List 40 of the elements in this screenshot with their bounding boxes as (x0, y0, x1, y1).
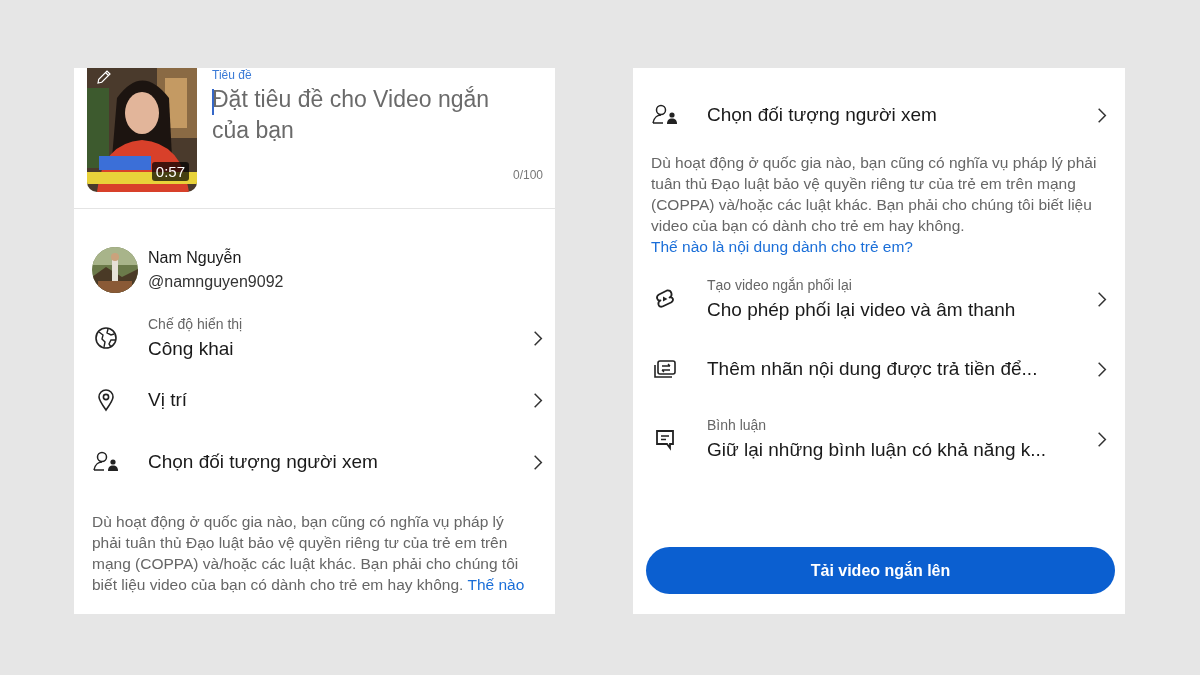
setting-label: Bình luận (707, 417, 767, 433)
video-duration: 0:57 (151, 162, 189, 181)
setting-value: Thêm nhãn nội dung được trả tiền để... (707, 358, 1038, 380)
audience-icon (92, 450, 120, 474)
help-link[interactable]: Thế nào là nội dung dành cho trẻ em? (651, 238, 913, 255)
coppa-notice: Dù hoạt động ở quốc gia nào, bạn cũng có nghĩa vụ pháp lý phải tuân thủ Đạo luật bảo vệ quyền riêng tư của trẻ em trên mạng (COPPA) và/hoặc các luật khác. Bạn phải cho chúng tôi biết liệu video của bạn có dành cho trẻ em hay không. Thế nào là nội dung dành cho trẻ em? (651, 153, 1098, 257)
setting-value: Cho phép phối lại video và âm thanh (707, 299, 1016, 321)
setting-value: Chọn đối tượng người xem (148, 451, 378, 473)
text-cursor (212, 89, 214, 115)
settings-row[interactable]: Chọn đối tượng người xem (74, 431, 555, 493)
settings-row[interactable]: Bình luận Giữ lại những bình luận có khả năng k... (633, 407, 1125, 471)
setting-value: Vị trí (148, 389, 188, 411)
chevron-right-icon (1097, 290, 1107, 308)
title-label: Tiêu đề (212, 68, 252, 82)
settings-row[interactable]: Tạo video ngắn phối lại Cho phép phối lại video và âm thanh (633, 267, 1125, 331)
settings-row[interactable]: Vị trí (74, 369, 555, 431)
character-counter: 0/100 (512, 168, 543, 182)
chevron-right-icon (533, 329, 543, 347)
settings-row[interactable]: Thêm nhãn nội dung được trả tiền để... (633, 337, 1125, 401)
chevron-right-icon (1097, 430, 1107, 448)
setting-label: Tạo video ngắn phối lại (707, 277, 852, 293)
setting-value: Chọn đối tượng người xem (707, 104, 937, 126)
setting-value: Giữ lại những bình luận có khả năng k... (707, 439, 1047, 461)
chevron-right-icon (533, 391, 543, 409)
audience-icon (651, 103, 679, 127)
setting-label: Chế độ hiển thị (148, 316, 243, 332)
chevron-right-icon (1097, 360, 1107, 378)
coppa-notice: Dù hoạt động ở quốc gia nào, bạn cũng có nghĩa vụ pháp lý phải tuân thủ Đạo luật bảo vệ quyền riêng tư của trẻ em trên mạng (COPPA) và/hoặc các luật khác. Bạn phải cho chúng tôi biết liệu video của bạn có dành cho trẻ em hay không. Thế nào (92, 512, 526, 595)
channel-name: Nam Nguyễn (148, 249, 243, 267)
channel-handle: @namnguyen9092 (148, 273, 284, 291)
upload-button[interactable]: Tải video ngắn lên (646, 547, 1115, 594)
title-input-field[interactable]: Đặt tiêu đề cho Video ngắn của bạn (212, 84, 517, 150)
setting-value: Công khai (148, 338, 234, 360)
settings-row[interactable]: Chọn đối tượng người xem (633, 84, 1125, 146)
chevron-right-icon (1097, 106, 1107, 124)
settings-row[interactable]: Chế độ hiển thị Công khai (74, 307, 555, 369)
paid-content-icon (651, 357, 679, 381)
help-link[interactable]: Thế nào (467, 576, 525, 593)
chevron-right-icon (533, 453, 543, 471)
globe-icon (92, 326, 120, 350)
